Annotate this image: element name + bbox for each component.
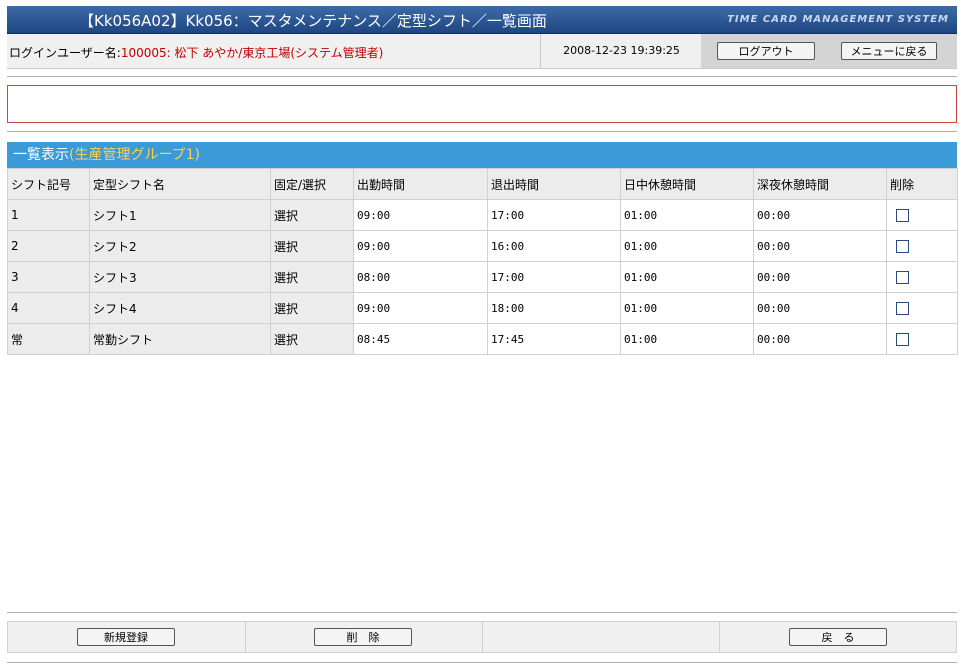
day-break-time: 01:00 [620, 230, 754, 262]
table-row: 3 シフト3 選択 08:00 17:00 01:00 00:00 [7, 261, 958, 293]
end-time: 16:00 [487, 230, 621, 262]
footer-cell [482, 622, 720, 652]
night-break-time: 00:00 [753, 199, 887, 231]
shift-code: 1 [7, 199, 90, 231]
login-user-label: ログインユーザー名: [9, 46, 121, 60]
shift-table: シフト記号 定型シフト名 固定/選択 出勤時間 退出時間 日中休憩時間 深夜休憩… [7, 168, 958, 355]
footer-cell: 新規登録 [8, 622, 246, 652]
delete-checkbox[interactable] [896, 208, 909, 222]
divider [7, 612, 957, 613]
day-break-time: 01:00 [620, 261, 754, 293]
col-header-night-break: 深夜休憩時間 [753, 168, 887, 200]
divider [7, 662, 957, 663]
system-logo: TIME CARD MANAGEMENT SYSTEM [727, 14, 949, 25]
delete-cell [886, 230, 958, 262]
shift-type: 選択 [270, 292, 354, 324]
end-time: 18:00 [487, 292, 621, 324]
shift-code: 2 [7, 230, 90, 262]
delete-cell [886, 261, 958, 293]
divider [7, 131, 957, 132]
delete-cell [886, 292, 958, 324]
delete-button[interactable]: 削 除 [314, 628, 412, 646]
day-break-time: 01:00 [620, 199, 754, 231]
delete-checkbox[interactable] [896, 270, 909, 284]
shift-type: 選択 [270, 323, 354, 355]
delete-checkbox[interactable] [896, 332, 909, 346]
col-header-day-break: 日中休憩時間 [620, 168, 754, 200]
section-header: 一覧表示(生産管理グループ1) [7, 142, 957, 168]
back-button[interactable]: 戻 る [789, 628, 887, 646]
start-time: 08:00 [353, 261, 488, 293]
divider [7, 76, 957, 77]
start-time: 09:00 [353, 292, 488, 324]
shift-name: シフト3 [89, 261, 271, 293]
login-user-info: ログインユーザー名:100005: 松下 あやか/東京工場(システム管理者) [9, 44, 383, 61]
start-time: 09:00 [353, 230, 488, 262]
col-header-end-time: 退出時間 [487, 168, 621, 200]
end-time: 17:00 [487, 261, 621, 293]
shift-name: シフト4 [89, 292, 271, 324]
group-name: (生産管理グループ1) [69, 147, 200, 163]
current-datetime: 2008-12-23 19:39:25 [540, 34, 702, 68]
start-time: 09:00 [353, 199, 488, 231]
shift-name: 常勤シフト [89, 323, 271, 355]
shift-type: 選択 [270, 199, 354, 231]
table-row: 4 シフト4 選択 09:00 18:00 01:00 00:00 [7, 292, 958, 324]
day-break-time: 01:00 [620, 323, 754, 355]
back-to-menu-button[interactable]: メニューに戻る [841, 42, 937, 60]
delete-checkbox[interactable] [896, 239, 909, 253]
end-time: 17:00 [487, 199, 621, 231]
shift-code: 常 [7, 323, 90, 355]
col-header-start-time: 出勤時間 [353, 168, 488, 200]
title-bar: 【Kk056A02】Kk056：マスタメンテナンス／定型シフト／一覧画面 TIM… [7, 6, 957, 34]
footer-cell: 戻 る [719, 622, 956, 652]
footer-bar: 新規登録 削 除 戻 る [7, 621, 957, 653]
table-row: 1 シフト1 選択 09:00 17:00 01:00 00:00 [7, 199, 958, 231]
start-time: 08:45 [353, 323, 488, 355]
col-header-shift-name: 定型シフト名 [89, 168, 271, 200]
night-break-time: 00:00 [753, 261, 887, 293]
end-time: 17:45 [487, 323, 621, 355]
footer-cell: 削 除 [245, 622, 483, 652]
table-row: 2 シフト2 選択 09:00 16:00 01:00 00:00 [7, 230, 958, 262]
page-title: 【Kk056A02】Kk056：マスタメンテナンス／定型シフト／一覧画面 [79, 12, 547, 30]
col-header-fixed-select: 固定/選択 [270, 168, 354, 200]
new-register-button[interactable]: 新規登録 [77, 628, 175, 646]
delete-cell [886, 199, 958, 231]
shift-code: 3 [7, 261, 90, 293]
message-box [7, 85, 957, 123]
logout-button[interactable]: ログアウト [717, 42, 815, 60]
shift-code: 4 [7, 292, 90, 324]
shift-type: 選択 [270, 230, 354, 262]
shift-name: シフト2 [89, 230, 271, 262]
table-row: 常 常勤シフト 選択 08:45 17:45 01:00 00:00 [7, 323, 958, 355]
shift-type: 選択 [270, 261, 354, 293]
night-break-time: 00:00 [753, 323, 887, 355]
delete-cell [886, 323, 958, 355]
night-break-time: 00:00 [753, 292, 887, 324]
night-break-time: 00:00 [753, 230, 887, 262]
day-break-time: 01:00 [620, 292, 754, 324]
header-button-area: ログアウト メニューに戻る [701, 34, 957, 68]
table-header-row: シフト記号 定型シフト名 固定/選択 出勤時間 退出時間 日中休憩時間 深夜休憩… [7, 168, 958, 200]
section-title: 一覧表示 [13, 147, 69, 163]
shift-name: シフト1 [89, 199, 271, 231]
login-user-value: 100005: 松下 あやか/東京工場(システム管理者) [120, 46, 384, 60]
user-bar: ログインユーザー名:100005: 松下 あやか/東京工場(システム管理者) 2… [7, 34, 957, 69]
delete-checkbox[interactable] [896, 301, 909, 315]
col-header-delete: 削除 [886, 168, 958, 200]
col-header-shift-code: シフト記号 [7, 168, 90, 200]
